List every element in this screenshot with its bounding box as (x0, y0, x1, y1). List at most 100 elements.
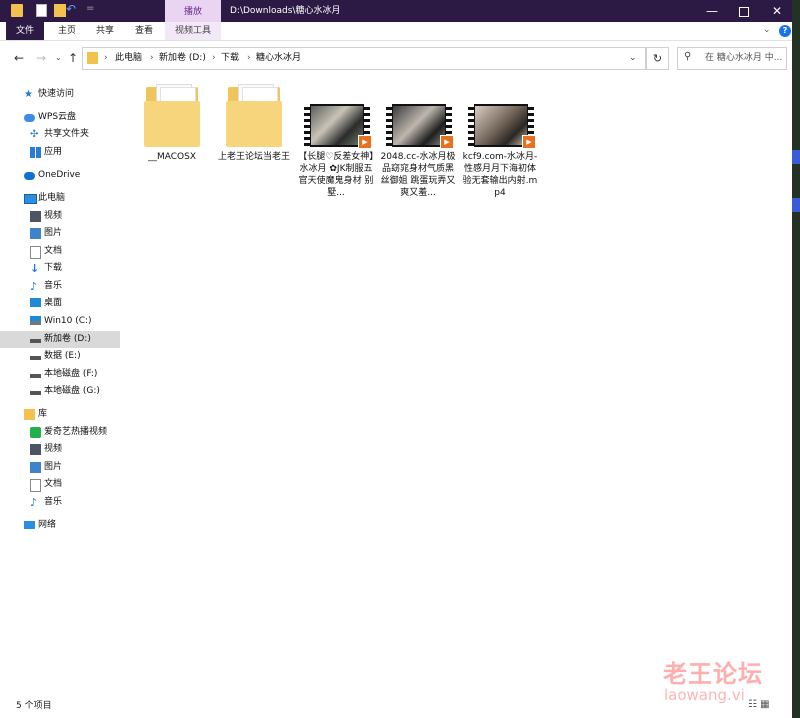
play-icon: ▶ (440, 135, 454, 149)
watermark-url: laowang.vi (664, 686, 745, 704)
address-row: ← → ⌄ ↑ › 此电脑 › 新加卷 (D:) › 下载 › 糖心水冰月 ⌄ … (0, 41, 792, 74)
context-tab-play[interactable]: 播放 (165, 0, 221, 22)
chevron-down-icon[interactable]: ⌄ (629, 48, 637, 69)
video-thumbnail-icon: ▶ (468, 104, 536, 149)
maximize-button[interactable] (729, 0, 759, 22)
video-thumbnail-icon: ▶ (304, 104, 372, 149)
customize-quick-access-icon[interactable]: = (86, 3, 98, 16)
nav-item-lib-videos[interactable]: 视频 (0, 441, 120, 458)
title-bar: ↶ = 播放 D:\Downloads\糖心水冰月 — ✕ (0, 0, 792, 22)
nav-item-lib-documents[interactable]: 文档 (0, 476, 120, 493)
video-icon (30, 444, 41, 455)
iqiyi-icon (30, 427, 41, 438)
maximize-icon (739, 7, 749, 17)
forward-button[interactable]: → (36, 51, 46, 65)
nav-item-onedrive[interactable]: OneDrive (0, 167, 120, 184)
breadcrumb-separator-icon[interactable]: › (247, 48, 251, 69)
drive-icon (30, 356, 41, 360)
new-folder-icon[interactable] (54, 4, 66, 17)
tab-home[interactable]: 主页 (52, 22, 82, 40)
file-item[interactable]: ▶ 2048.cc-水冰月极品窈窕身材气质黑丝御姐 跳蛋玩弄又爽又羞... (378, 80, 458, 205)
file-item[interactable]: __MACOSX (132, 80, 212, 205)
help-icon[interactable]: ? (779, 25, 791, 37)
breadcrumb-this-pc[interactable]: 此电脑 (115, 48, 142, 69)
file-name: 2048.cc-水冰月极品窈窕身材气质黑丝御姐 跳蛋玩弄又爽又羞... (380, 152, 456, 198)
nav-item-drive-c[interactable]: Win10 (C:) (0, 313, 120, 330)
file-name: kcf9.com-水冰月-性感月月下海初体验无套输出内射.mp4 (462, 152, 538, 198)
item-count: 5 个项目 (16, 701, 52, 711)
document-icon (30, 479, 41, 492)
tab-share[interactable]: 共享 (90, 22, 120, 40)
nav-item-pictures[interactable]: 图片 (0, 225, 120, 242)
file-item[interactable]: ▶ 【长腿♡反差女神】水冰月 ✿JK制服五官天使魔鬼身材 别墅... (296, 80, 376, 205)
cloud-icon (24, 114, 35, 122)
breadcrumb-drive-d[interactable]: 新加卷 (D:) (159, 48, 206, 69)
pc-icon (24, 194, 37, 204)
recent-locations-icon[interactable]: ⌄ (55, 53, 62, 62)
folder-icon (144, 83, 200, 147)
nav-item-libraries[interactable]: 库 (0, 406, 120, 423)
download-icon: ↓ (30, 262, 40, 275)
picture-icon (30, 462, 41, 473)
nav-item-apps[interactable]: 应用 (0, 144, 120, 161)
breadcrumb-downloads[interactable]: 下载 (221, 48, 239, 69)
nav-item-wps-cloud[interactable]: WPS云盘 (0, 109, 120, 126)
breadcrumb-current-folder[interactable]: 糖心水冰月 (256, 48, 301, 69)
desktop-icon (30, 298, 41, 307)
nav-item-drive-g[interactable]: 本地磁盘 (G:) (0, 383, 120, 400)
breadcrumb-separator-icon[interactable]: › (104, 48, 108, 69)
breadcrumb-separator-icon[interactable]: › (150, 48, 154, 69)
nav-item-desktop[interactable]: 桌面 (0, 295, 120, 312)
play-icon: ▶ (522, 135, 536, 149)
nav-item-lib-music[interactable]: ♪ 音乐 (0, 494, 120, 511)
video-thumbnail-icon: ▶ (386, 104, 454, 149)
play-icon: ▶ (358, 135, 372, 149)
view-mode-icon[interactable]: ☷ ▦ (748, 699, 770, 710)
nav-item-shared-folder[interactable]: ✣ 共享文件夹 (0, 126, 120, 143)
nav-item-drive-d[interactable]: 新加卷 (D:) (0, 331, 120, 348)
watermark-title: 老王论坛 (663, 660, 763, 688)
file-item[interactable]: 上老王论坛当老王 (214, 80, 294, 205)
search-input[interactable]: ⚲ 在 糖心水冰月 中... (677, 47, 787, 70)
minimize-button[interactable]: — (697, 0, 727, 22)
onedrive-icon (24, 172, 35, 180)
nav-item-music[interactable]: ♪ 音乐 (0, 278, 120, 295)
folder-icon[interactable] (11, 4, 23, 17)
tab-video-tools[interactable]: 视频工具 (165, 22, 221, 40)
close-button[interactable]: ✕ (762, 0, 792, 22)
drive-icon (30, 391, 41, 395)
refresh-button[interactable]: ↻ (646, 47, 669, 70)
search-placeholder: 在 糖心水冰月 中... (705, 53, 783, 63)
undo-icon[interactable]: ↶ (66, 2, 80, 16)
back-button[interactable]: ← (14, 51, 24, 65)
apps-icon (30, 147, 41, 158)
star-icon: ★ (24, 89, 33, 100)
nav-item-drive-e[interactable]: 数据 (E:) (0, 348, 120, 365)
folder-icon (226, 83, 282, 147)
up-button[interactable]: ↑ (68, 51, 78, 65)
nav-item-quick-access[interactable]: ★ 快速访问 (0, 86, 120, 103)
properties-icon[interactable] (36, 4, 47, 17)
address-bar[interactable]: › 此电脑 › 新加卷 (D:) › 下载 › 糖心水冰月 ⌄ (82, 47, 646, 70)
nav-item-lib-pictures[interactable]: 图片 (0, 459, 120, 476)
windows-drive-icon (30, 316, 41, 325)
nav-item-network[interactable]: 网络 (0, 517, 120, 534)
music-icon: ♪ (30, 496, 38, 509)
file-name: 【长腿♡反差女神】水冰月 ✿JK制服五官天使魔鬼身材 别墅... (298, 152, 374, 198)
nav-item-this-pc[interactable]: 此电脑 (0, 190, 120, 207)
nav-item-iqiyi[interactable]: 爱奇艺热播视频 (0, 424, 120, 441)
background-window-edge (792, 0, 800, 718)
nav-item-downloads[interactable]: ↓ 下载 (0, 260, 120, 277)
expand-ribbon-icon[interactable]: ⌄ (763, 25, 771, 35)
breadcrumb-separator-icon[interactable]: › (212, 48, 216, 69)
tab-view[interactable]: 查看 (128, 22, 160, 40)
nav-item-drive-f[interactable]: 本地磁盘 (F:) (0, 366, 120, 383)
nav-item-documents[interactable]: 文档 (0, 243, 120, 260)
nav-item-videos[interactable]: 视频 (0, 208, 120, 225)
background-marker (792, 198, 800, 212)
file-item[interactable]: ▶ kcf9.com-水冰月-性感月月下海初体验无套输出内射.mp4 (460, 80, 540, 205)
tab-file[interactable]: 文件 (6, 22, 44, 40)
search-icon: ⚲ (684, 51, 692, 62)
video-icon (30, 211, 41, 222)
ribbon-tabs: 文件 主页 共享 查看 视频工具 ⌄ ? (0, 22, 792, 41)
